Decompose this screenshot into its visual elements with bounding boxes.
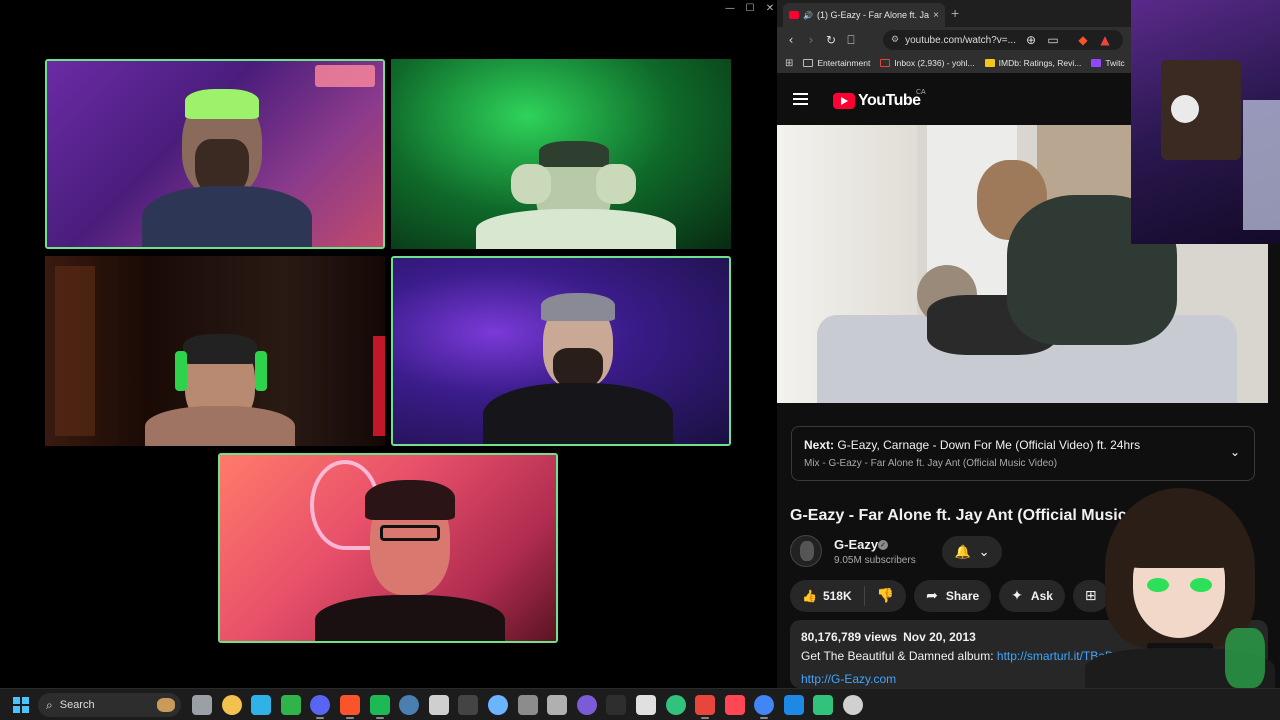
new-tab-button[interactable]: +: [951, 5, 959, 21]
site-info-icon[interactable]: ⚙: [891, 35, 899, 45]
participant-tile-5[interactable]: [218, 453, 558, 643]
participant-tile-4[interactable]: [391, 256, 731, 446]
gmail-icon: [880, 59, 891, 67]
menu-icon[interactable]: [793, 93, 808, 105]
channel-name[interactable]: G-Eazy: [834, 537, 878, 552]
folder-icon: [803, 59, 814, 67]
desktop: — ☐ ✕ 🔊 (1) G-Eazy - Far Alone ft. Jay A…: [0, 0, 1280, 720]
steam-icon[interactable]: [399, 695, 420, 715]
reload-icon[interactable]: ↻: [821, 33, 841, 47]
chrome-icon[interactable]: [695, 695, 716, 719]
media-icon[interactable]: [576, 695, 597, 715]
bookmark-gmail[interactable]: Inbox (2,936) - yohl...: [880, 58, 975, 68]
search-highlight-icon: [157, 698, 175, 712]
video-call-window: — ☐ ✕: [0, 0, 777, 688]
dislike-button[interactable]: 👎: [865, 588, 906, 604]
back-icon[interactable]: ‹: [781, 33, 801, 47]
participant-tile-3[interactable]: [45, 256, 385, 446]
bookmark-entertainment[interactable]: Entertainment: [803, 58, 870, 68]
apps-grid-icon[interactable]: ⊞: [785, 58, 793, 69]
upload-date: Nov 20, 2013: [903, 630, 976, 644]
youtube-logo[interactable]: YouTube: [833, 92, 921, 110]
imdb-icon: [984, 59, 995, 67]
speaker-icon: 🔊: [803, 10, 813, 20]
address-url: youtube.com/watch?v=...: [905, 34, 1016, 46]
maximize-button[interactable]: ☐: [740, 2, 760, 16]
xbox-icon[interactable]: [280, 695, 301, 715]
up-next-mix: Mix - G-Eazy - Far Alone ft. Jay Ant (Of…: [804, 458, 1058, 469]
discord-icon[interactable]: [310, 695, 331, 719]
task-view-icon[interactable]: [192, 695, 212, 715]
like-button[interactable]: 👍 518K: [790, 586, 865, 606]
tab-close-icon[interactable]: ×: [933, 10, 939, 21]
window-icon[interactable]: [843, 695, 864, 715]
chrome-alt-icon[interactable]: [754, 695, 775, 719]
streamlabs-icon[interactable]: [665, 695, 686, 715]
start-button[interactable]: [13, 697, 29, 713]
cast-icon[interactable]: ▭: [1043, 33, 1063, 47]
forward-icon[interactable]: ›: [801, 33, 821, 47]
share-button[interactable]: ➦ Share: [914, 580, 992, 612]
chevron-down-icon: ⌄: [978, 544, 990, 560]
share-icon: ➦: [926, 588, 938, 604]
channel-avatar[interactable]: [790, 535, 822, 567]
media-player-icon[interactable]: [813, 695, 834, 715]
settings-icon[interactable]: [547, 695, 568, 715]
app-blue-icon[interactable]: [783, 695, 804, 715]
notepad-icon[interactable]: [487, 695, 508, 715]
taskbar-apps: [192, 695, 864, 719]
subscriber-count: 9.05M subscribers: [834, 555, 916, 566]
youtube-play-icon: [833, 93, 855, 109]
valorant-icon[interactable]: [724, 695, 745, 715]
chevron-down-icon[interactable]: ⌄: [1230, 445, 1240, 459]
video-actions: 👍 518K 👎 ➦ Share ✦ Ask ⊞: [790, 580, 1109, 612]
sparkle-icon: ✦: [1011, 588, 1023, 604]
up-next-title: Next: G-Eazy, Carnage - Down For Me (Off…: [804, 438, 1141, 452]
zoom-icon[interactable]: ⊕: [1021, 33, 1041, 47]
bookmark-icon[interactable]: ⎕: [841, 33, 861, 48]
epic-games-icon[interactable]: [458, 695, 479, 715]
notification-bell-button[interactable]: 🔔 ⌄: [942, 536, 1002, 568]
like-dislike-group: 👍 518K 👎: [790, 580, 907, 612]
taskbar-search[interactable]: ⌕ Search: [38, 693, 181, 717]
streamer-webcam-overlay: [1131, 0, 1280, 244]
steelseries-icon[interactable]: [635, 695, 656, 715]
bookmark-twitch[interactable]: Twitc: [1091, 58, 1125, 68]
brave-shields-icon[interactable]: ◆: [1073, 33, 1093, 47]
spotify-icon[interactable]: [369, 695, 390, 719]
vtuber-avatar-overlay: [1075, 478, 1280, 688]
ask-button[interactable]: ✦ Ask: [999, 580, 1065, 612]
bell-icon: 🔔: [954, 544, 971, 560]
brave-rewards-icon[interactable]: ▲: [1095, 33, 1115, 47]
tab-title: (1) G-Eazy - Far Alone ft. Jay A: [816, 10, 930, 20]
participant-tile-1[interactable]: [45, 59, 385, 249]
bookmark-imdb[interactable]: IMDb: Ratings, Revi...: [984, 58, 1081, 68]
up-next-card[interactable]: Next: G-Eazy, Carnage - Down For Me (Off…: [791, 426, 1255, 481]
brave-icon[interactable]: [339, 695, 360, 719]
search-icon: ⌕: [46, 697, 53, 712]
file-explorer-icon[interactable]: [221, 695, 242, 715]
youtube-favicon-icon: [789, 11, 799, 19]
twitch-icon: [1091, 59, 1102, 67]
taskbar: ⌕ Search: [0, 688, 1280, 720]
minimize-button[interactable]: —: [720, 2, 740, 16]
view-count: 80,176,789 views: [801, 630, 898, 644]
edge-icon[interactable]: [251, 695, 272, 715]
country-code: CA: [916, 89, 926, 96]
verified-icon: ✓: [878, 540, 888, 550]
nvidia-icon[interactable]: [606, 695, 627, 715]
thumbs-up-icon: 👍: [802, 589, 817, 603]
calculator-icon[interactable]: [517, 695, 538, 715]
participant-tile-2[interactable]: [391, 59, 731, 249]
window-controls: — ☐ ✕: [720, 2, 780, 16]
obs-icon[interactable]: [428, 695, 449, 715]
tab-youtube[interactable]: 🔊 (1) G-Eazy - Far Alone ft. Jay A ×: [783, 3, 945, 27]
